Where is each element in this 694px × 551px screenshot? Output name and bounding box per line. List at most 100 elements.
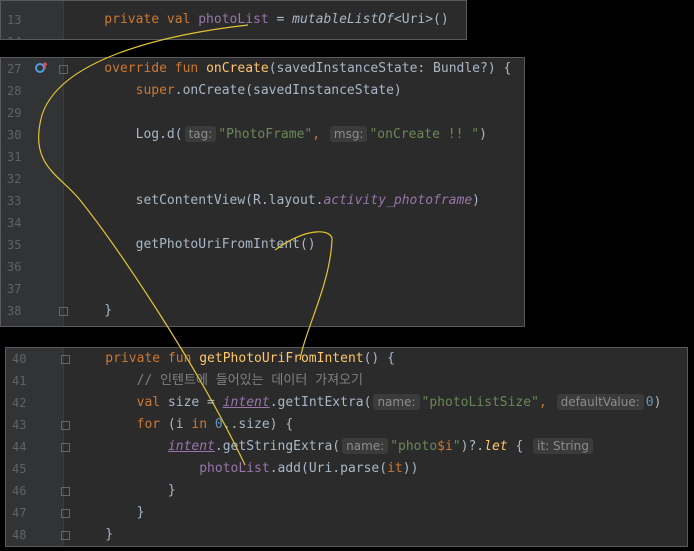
code-token: "photoListSize" — [421, 395, 539, 410]
code-token: private val — [73, 12, 199, 27]
code-token: ) — [479, 127, 487, 142]
code-token: } — [74, 483, 176, 498]
code-token: private fun — [74, 351, 200, 366]
code-panel-top: 13 private val photoList = mutableListOf… — [0, 0, 467, 40]
line-number: 48 — [12, 528, 27, 542]
code-token: "photo — [390, 439, 438, 454]
code-line[interactable]: 38 } — [1, 300, 524, 322]
fold-marker-icon[interactable] — [59, 307, 68, 316]
code-token: val — [74, 395, 168, 410]
line-number: 14 — [7, 31, 33, 39]
code-text: val size = intent.getIntExtra(name: "phot… — [74, 392, 661, 414]
parameter-hint: name: — [342, 438, 389, 454]
parameter-hint: name: — [373, 394, 420, 410]
code-line[interactable]: 14 — [1, 31, 466, 39]
code-text: override fun onCreate(savedInstanceState… — [73, 58, 511, 80]
code-line[interactable]: 46 } — [6, 480, 687, 502]
code-line[interactable]: 48 } — [6, 524, 687, 546]
code-text: } — [74, 480, 176, 502]
code-token: } — [74, 505, 145, 520]
code-token: it — [387, 461, 403, 476]
line-number: 35 — [7, 238, 22, 252]
code-token: photoList — [199, 461, 270, 476]
code-text: super.onCreate(savedInstanceState) — [73, 80, 402, 102]
code-token: (savedInstanceState: Bundle?) { — [268, 61, 512, 76]
line-number: 44 — [12, 440, 27, 454]
code-line[interactable]: 42 val size = intent.getIntExtra(name: "p… — [6, 392, 687, 414]
code-token: } — [73, 303, 113, 318]
line-number: 34 — [7, 216, 22, 230]
code-line[interactable]: 27 override fun onCreate(savedInstanceSt… — [1, 58, 524, 80]
code-line[interactable]: 40 private fun getPhotoUriFromIntent() { — [6, 348, 687, 370]
code-token: // 인텐트에 들어있는 데이터 가져오기 — [74, 373, 363, 388]
line-number: 37 — [7, 282, 22, 296]
code-text: setContentView(R.layout.activity_photofr… — [73, 190, 480, 212]
line-number: 30 — [7, 128, 22, 142]
line-number: 42 — [12, 396, 27, 410]
code-token: (i — [167, 417, 192, 432]
code-token: .getIntExtra( — [269, 395, 372, 410]
code-token: )) — [402, 461, 419, 476]
parameter-hint: tag: — [184, 126, 217, 142]
code-line[interactable]: 37 — [1, 278, 524, 300]
code-token: setContentView(R.layout. — [73, 193, 324, 208]
code-text: Log.d(tag: "PhotoFrame", msg: "onCreate !!… — [73, 124, 487, 146]
fold-marker-icon[interactable] — [61, 509, 70, 518]
code-line[interactable]: 33 setContentView(R.layout.activity_phot… — [1, 190, 524, 212]
code-line[interactable]: 47 } — [6, 502, 687, 524]
code-token: 0 — [645, 395, 654, 410]
code-line[interactable]: 36 — [1, 256, 524, 278]
fold-marker-icon[interactable] — [61, 355, 70, 364]
code-token: ) — [472, 193, 480, 208]
code-token: )?. — [460, 439, 485, 454]
code-token: <Uri>() — [393, 12, 449, 27]
code-line[interactable]: 29 — [1, 102, 524, 124]
code-text: intent.getStringExtra(name: "photo$i")?.l… — [74, 436, 595, 458]
code-line[interactable]: 32 — [1, 168, 524, 190]
code-token: .add(Uri.parse( — [269, 461, 388, 476]
fold-marker-icon[interactable] — [59, 65, 68, 74]
code-token: intent — [222, 395, 270, 410]
code-line[interactable]: 30 Log.d(tag: "PhotoFrame", msg: "onCreate… — [1, 124, 524, 146]
code-token: " — [452, 439, 461, 454]
code-line[interactable]: 41 // 인텐트에 들어있는 데이터 가져오기 — [6, 370, 687, 392]
code-line[interactable]: 45 photoList.add(Uri.parse(it)) — [6, 458, 687, 480]
code-line[interactable]: 31 — [1, 146, 524, 168]
code-token: } — [74, 527, 114, 542]
code-token: intent — [167, 439, 215, 454]
code-text: photoList.add(Uri.parse(it)) — [74, 458, 418, 480]
code-token: super — [73, 83, 175, 98]
code-text: getPhotoUriFromIntent() — [73, 234, 316, 256]
code-line[interactable]: 28 super.onCreate(savedInstanceState) — [1, 80, 524, 102]
code-line[interactable]: 35 getPhotoUriFromIntent() — [1, 234, 524, 256]
code-line[interactable]: 13 private val photoList = mutableListOf… — [1, 9, 466, 31]
line-number: 27 — [7, 62, 22, 76]
code-token: .onCreate(savedInstanceState) — [174, 83, 402, 98]
fold-marker-icon[interactable] — [61, 531, 70, 540]
code-text: for (i in 0..size) { — [74, 414, 294, 436]
code-token: "onCreate !! " — [369, 127, 480, 142]
fold-marker-icon[interactable] — [61, 443, 70, 452]
line-number: 31 — [7, 150, 22, 164]
code-token: = — [268, 12, 293, 27]
line-number: 38 — [7, 304, 22, 318]
line-number: 29 — [7, 106, 22, 120]
code-panel-oncreate: 27 override fun onCreate(savedInstanceSt… — [0, 57, 525, 327]
line-number: 28 — [7, 84, 22, 98]
code-line[interactable]: 34 — [1, 212, 524, 234]
code-token: onCreate — [206, 61, 269, 76]
parameter-hint: defaultValue: — [556, 394, 644, 410]
code-text: } — [74, 502, 145, 524]
code-token: ) — [653, 395, 662, 410]
code-token: override fun — [73, 61, 207, 76]
code-token: activity_photoframe — [323, 193, 473, 208]
line-number: 47 — [12, 506, 27, 520]
code-line[interactable]: 44 intent.getStringExtra(name: "photo$i")… — [6, 436, 687, 458]
code-text: private fun getPhotoUriFromIntent() { — [74, 348, 395, 370]
code-token: in — [191, 417, 215, 432]
fold-marker-icon[interactable] — [61, 487, 70, 496]
parameter-hint: msg: — [329, 126, 368, 142]
code-line[interactable]: 43 for (i in 0..size) { — [6, 414, 687, 436]
fold-marker-icon[interactable] — [61, 421, 70, 430]
